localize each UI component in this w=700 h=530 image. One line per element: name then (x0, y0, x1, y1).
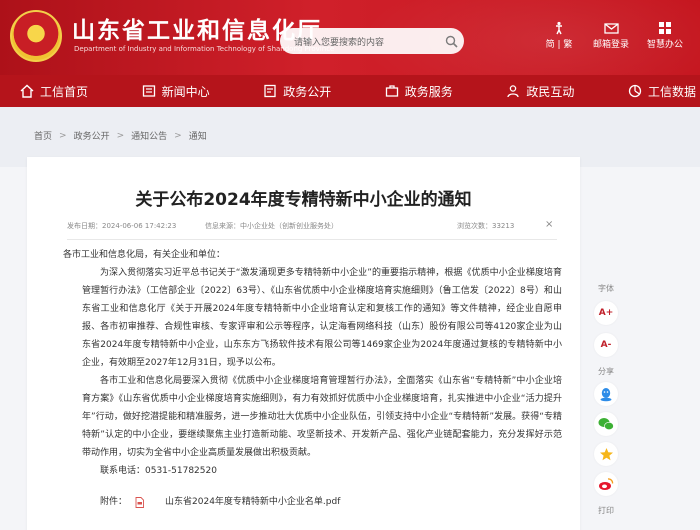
smart-office-link[interactable]: 智慧办公 (638, 21, 692, 50)
attachment-row: 附件： 山东省2024年度专精特新中小企业名单.pdf (82, 493, 562, 511)
share-label: 分享 (598, 367, 614, 376)
site-header: 山东省工业和信息化厅 Department of Industry and In… (0, 0, 700, 75)
nav-item-label[interactable]: 工信首页 (40, 83, 88, 100)
publish-time: 发布日期：2024-06-06 17:42:23 (67, 222, 177, 230)
smart-office-label[interactable]: 智慧办公 (638, 37, 692, 50)
paragraph-2: 各市工业和信息化局要深入贯彻《优质中小企业梯度培育管理暂行办法》，全面落实《山东… (82, 376, 562, 458)
language-toggle[interactable]: 简 | 繁 (532, 21, 586, 50)
font-size-label: 字体 (598, 284, 614, 293)
font-increase-button[interactable]: A+ (594, 301, 618, 325)
gov-info-icon (264, 84, 276, 98)
service-icon (385, 85, 398, 97)
nav-item-label[interactable]: 政民互动 (526, 83, 574, 100)
news-icon (142, 85, 155, 97)
nav-item-data[interactable]: 工信数据 (628, 83, 696, 100)
data-icon (628, 84, 642, 98)
nav-item-label[interactable]: 政务公开 (283, 83, 331, 100)
home-icon (20, 84, 34, 98)
nav-item-gov-info[interactable]: 政务公开 (263, 83, 331, 100)
language-toggle-label[interactable]: 简 | 繁 (532, 37, 586, 50)
breadcrumb-notices[interactable]: 通知公告 (131, 129, 167, 142)
nav-item-service[interactable]: 政务服务 (385, 83, 453, 100)
search-icon (445, 35, 458, 48)
nav-item-news[interactable]: 新闻中心 (142, 83, 210, 100)
search-button[interactable] (438, 28, 464, 54)
office-icon (659, 22, 671, 34)
close-icon[interactable]: × (545, 219, 553, 230)
weibo-icon (599, 478, 614, 490)
nav-item-home[interactable]: 工信首页 (20, 83, 88, 100)
national-emblem-logo[interactable] (10, 10, 62, 62)
salutation: 各市工业和信息化局，有关企业和单位： (63, 250, 226, 260)
nav-item-label[interactable]: 政务服务 (405, 83, 453, 100)
nav-item-interaction[interactable]: 政民互动 (506, 83, 574, 100)
email-login-label[interactable]: 邮箱登录 (584, 37, 638, 50)
share-qq-button[interactable] (594, 382, 618, 406)
breadcrumb-current[interactable]: 通知 (189, 129, 207, 142)
nav-item-label[interactable]: 工信数据 (648, 83, 696, 100)
breadcrumb-separator: > (174, 130, 182, 141)
accessibility-icon (556, 21, 562, 35)
breadcrumb-gov-info[interactable]: 政务公开 (74, 129, 110, 142)
article-title: 关于公布2024年度专精特新中小企业的通知 (135, 190, 472, 210)
contact-phone: 联系电话：0531-51782520 (100, 466, 217, 476)
attachment-label: 附件： (100, 497, 128, 507)
breadcrumb-separator: > (59, 130, 67, 141)
view-count: 浏览次数：33213 (457, 222, 515, 230)
side-toolbar: 字体 A+ A- 分享 打印 (588, 283, 624, 516)
font-decrease-button[interactable]: A- (594, 333, 618, 357)
info-source: 信息来源：中小企业处（创新创业服务处） (205, 222, 338, 230)
header-tools: 简 | 繁 邮箱登录 智慧办公 (532, 21, 692, 59)
breadcrumb: 首页 > 政务公开 > 通知公告 > 通知 (34, 129, 207, 143)
share-qzone-button[interactable] (594, 442, 618, 466)
search-input[interactable]: 请输入您要搜索的内容 (294, 35, 438, 48)
email-icon (603, 23, 619, 34)
qq-icon (600, 387, 612, 401)
pdf-icon (135, 496, 144, 508)
main-nav: 工信首页 新闻中心 政务公开 政务服务 政民互动 工信数据 (0, 75, 700, 107)
attachment-link[interactable]: 山东省2024年度专精特新中小企业名单.pdf (147, 493, 340, 511)
qzone-icon (599, 447, 613, 460)
article-meta: 发布日期：2024-06-06 17:42:23 信息来源：中小企业处（创新创业… (67, 219, 557, 235)
meta-divider (67, 239, 557, 240)
email-login-link[interactable]: 邮箱登录 (584, 21, 638, 50)
article-body: 各市工业和信息化局，有关企业和单位： 为深入贯彻落实习近平总书记关于“激发涌现更… (63, 246, 562, 511)
breadcrumb-separator: > (116, 130, 125, 141)
wechat-icon (598, 418, 614, 431)
share-weibo-button[interactable] (594, 472, 618, 496)
search-box[interactable]: 请输入您要搜索的内容 (280, 28, 464, 54)
paragraph-1: 为深入贯彻落实习近平总书记关于“激发涌现更多专精特新中小企业”的重要指示精神，根… (82, 268, 562, 368)
share-wechat-button[interactable] (594, 412, 618, 436)
breadcrumb-home[interactable]: 首页 (34, 129, 52, 142)
article-card: 关于公布2024年度专精特新中小企业的通知 发布日期：2024-06-06 17… (27, 157, 580, 530)
interaction-icon (507, 85, 520, 98)
print-label[interactable]: 打印 (588, 505, 624, 516)
nav-item-label[interactable]: 新闻中心 (162, 83, 210, 100)
